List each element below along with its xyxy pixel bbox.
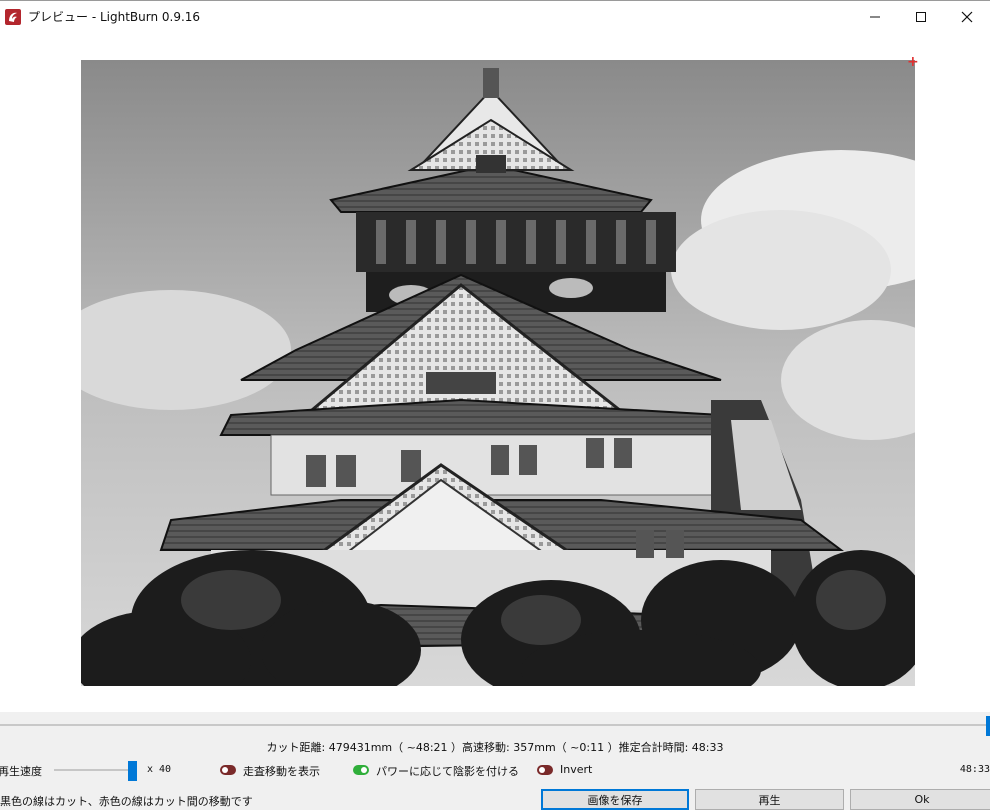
- shade-by-power-toggle[interactable]: [353, 765, 369, 775]
- invert-toggle[interactable]: [537, 765, 553, 775]
- window-title: プレビュー - LightBurn 0.9.16: [28, 10, 201, 24]
- ok-button[interactable]: Ok: [850, 789, 990, 810]
- playback-speed-thumb[interactable]: [128, 761, 137, 781]
- laser-preview-image: [81, 60, 915, 686]
- maximize-button[interactable]: [898, 1, 944, 33]
- show-traversal-label: 走査移動を表示: [243, 765, 320, 778]
- close-button[interactable]: [944, 1, 990, 33]
- lightburn-logo-icon: [4, 8, 22, 26]
- close-icon: [961, 11, 973, 23]
- preview-canvas[interactable]: +: [0, 32, 990, 712]
- save-image-button[interactable]: 画像を保存: [541, 789, 689, 810]
- preview-window: プレビュー - LightBurn 0.9.16 + カット距離: 479431…: [0, 0, 990, 810]
- title-bar[interactable]: プレビュー - LightBurn 0.9.16: [0, 0, 990, 32]
- origin-marker: +: [907, 54, 919, 70]
- job-stats: カット距離: 479431mm（ ~48:21 ）高速移動: 357mm（ ~0…: [0, 739, 990, 755]
- preview-progress-handle[interactable]: [986, 716, 990, 736]
- minimize-button[interactable]: [852, 1, 898, 33]
- play-button[interactable]: 再生: [695, 789, 844, 810]
- preview-progress-slider[interactable]: [0, 712, 990, 736]
- status-bar: 黒色の線はカット、赤色の線はカット間の移動です 画像を保存 再生 Ok: [0, 788, 990, 810]
- line-legend-text: 黒色の線はカット、赤色の線はカット間の移動です: [0, 795, 253, 808]
- show-traversal-toggle[interactable]: [220, 765, 236, 775]
- playback-speed-slider[interactable]: [54, 769, 134, 771]
- shade-by-power-label: パワーに応じて陰影を付ける: [376, 765, 519, 778]
- elapsed-time: 48:33: [959, 764, 990, 775]
- playback-controls: 再生速度 x 40 走査移動を表示 パワーに応じて陰影を付ける Invert 4…: [0, 760, 990, 781]
- window-controls: [852, 1, 990, 33]
- maximize-icon: [916, 12, 926, 22]
- minimize-icon: [870, 16, 880, 18]
- job-stats-text: カット距離: 479431mm（ ~48:21 ）高速移動: 357mm（ ~0…: [266, 741, 724, 754]
- preview-progress-track: [0, 724, 986, 726]
- playback-speed-value: x 40: [147, 764, 172, 775]
- invert-label: Invert: [560, 763, 593, 776]
- playback-speed-label: 再生速度: [0, 765, 42, 778]
